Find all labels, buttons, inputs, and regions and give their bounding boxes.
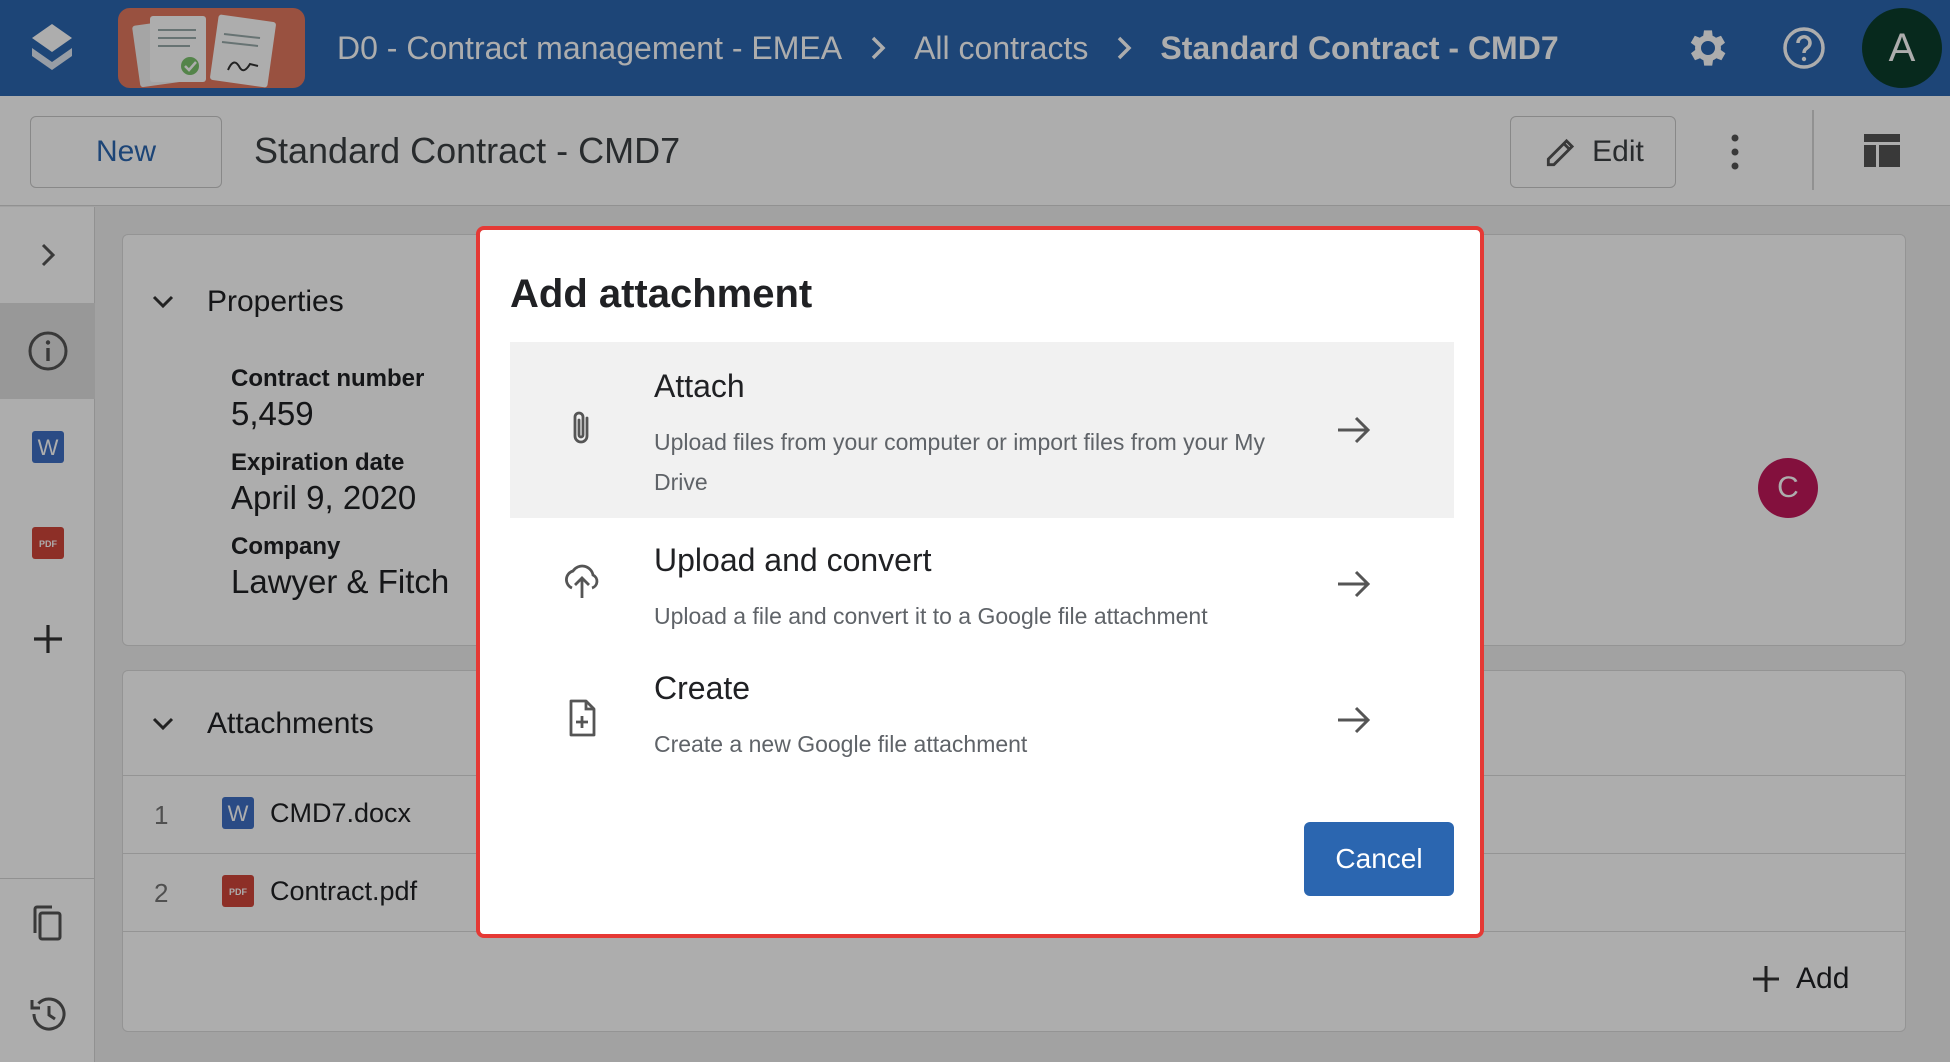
upload-convert-description: Upload a file and convert it to a Google… <box>654 603 1208 629</box>
paperclip-icon <box>573 411 589 444</box>
create-description: Create a new Google file attachment <box>654 731 1028 757</box>
arrow-right-icon <box>1338 416 1371 444</box>
arrow-right-icon <box>1338 570 1371 598</box>
attach-option[interactable]: Attach Upload files from your computer o… <box>510 342 1454 518</box>
new-file-icon <box>569 699 596 737</box>
upload-convert-option[interactable]: Upload and convert Upload a file and con… <box>510 518 1454 654</box>
cancel-button[interactable]: Cancel <box>1304 822 1454 896</box>
attach-description: Upload files from your computer or impor… <box>654 429 1265 495</box>
dialog-title: Add attachment <box>510 272 813 316</box>
add-attachment-dialog: Add attachment Attach Upload files from … <box>476 226 1484 938</box>
create-option[interactable]: Create Create a new Google file attachme… <box>510 654 1454 790</box>
upload-icon <box>565 564 599 598</box>
arrow-right-icon <box>1338 706 1371 734</box>
attach-title: Attach <box>654 368 745 404</box>
upload-convert-title: Upload and convert <box>654 542 932 578</box>
create-title: Create <box>654 670 751 706</box>
